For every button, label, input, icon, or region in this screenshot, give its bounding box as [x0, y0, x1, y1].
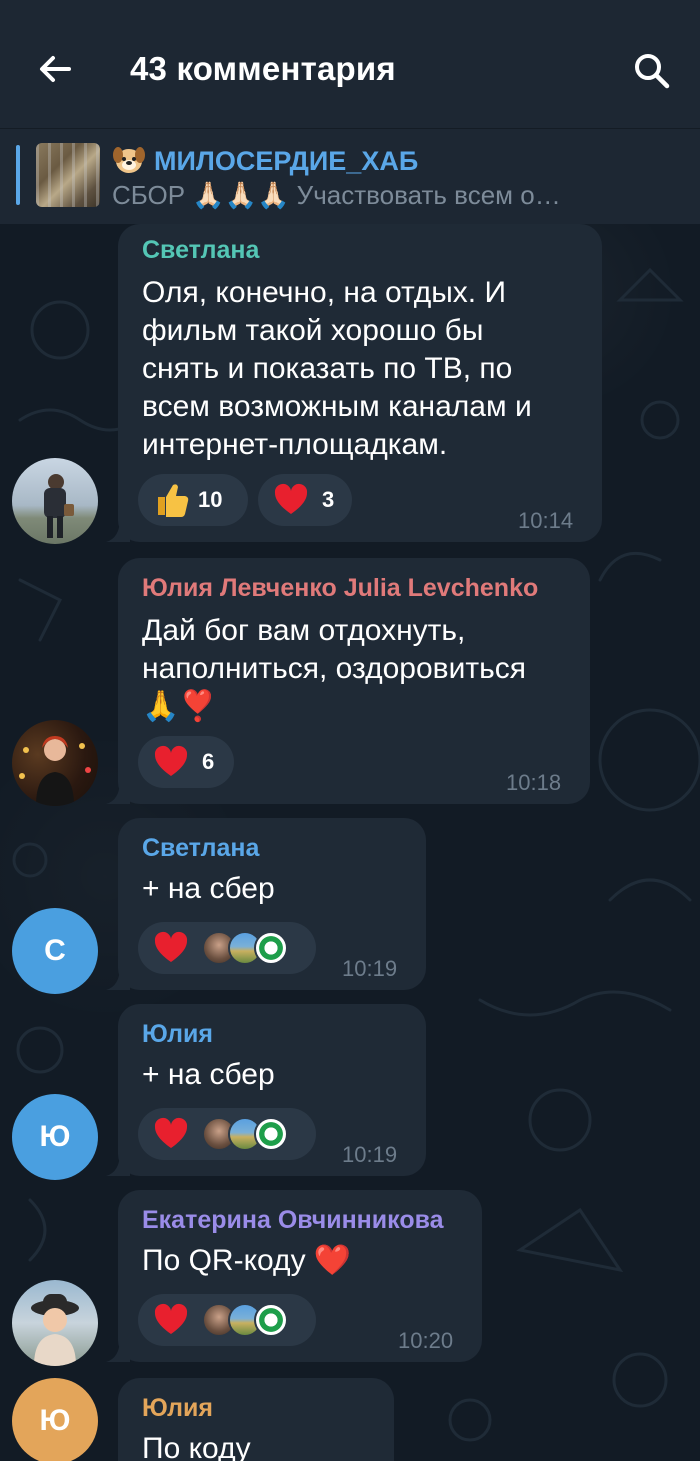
reaction-count: 10: [198, 487, 223, 512]
reaction-heart[interactable]: 3: [258, 474, 352, 526]
dog-face-icon: [113, 147, 145, 173]
message-timestamp: 10:18: [506, 770, 562, 795]
message-text-line: По коду: [142, 1432, 251, 1461]
pinned-channel-name-text: МИЛОСЕРДИЕ_ХАБ: [154, 146, 419, 176]
reaction-heart[interactable]: 6: [138, 736, 234, 788]
page-title: 43 комментария: [130, 50, 396, 87]
message-text-line: По QR-коду ❤️: [142, 1244, 352, 1277]
avatar[interactable]: [12, 720, 98, 806]
arrow-left-icon: [40, 56, 71, 82]
message-text-line: фильм такой хорошо бы: [142, 314, 484, 347]
heart-icon: [154, 1303, 188, 1334]
heart-icon: [154, 931, 188, 962]
bubble-tail: [106, 780, 130, 804]
bubble-tail: [106, 518, 130, 542]
pinned-post-thumbnail: [36, 143, 100, 207]
search-icon: [635, 54, 670, 89]
message-text-line: 🙏❣️: [142, 690, 217, 723]
reaction-heart[interactable]: [138, 1294, 316, 1346]
thumbs-up-icon: [158, 484, 189, 517]
message-text-line: интернет-площадкам.: [142, 428, 448, 461]
pinned-preview-text: СБОР 🙏🏻🙏🏻🙏🏻 Участвовать всем о…: [112, 180, 561, 210]
avatar[interactable]: Ю: [12, 1378, 98, 1461]
message-bubble[interactable]: Светлана Оля, конечно, на отдых. И фильм…: [106, 224, 602, 542]
reactor-avatar: [254, 1303, 288, 1337]
avatar-letter: С: [44, 934, 66, 967]
heart-icon: [154, 1117, 188, 1148]
message-text-line: Дай бог вам отдохнуть,: [142, 614, 466, 647]
reactor-avatar: [254, 931, 288, 965]
top-app-bar: 43 комментария: [0, 0, 700, 128]
reaction-thumbs-up[interactable]: 10: [138, 474, 248, 526]
message-sender[interactable]: Светлана: [142, 834, 259, 863]
message-sender[interactable]: Юлия: [142, 1394, 213, 1423]
message-sender[interactable]: Юлия: [142, 1020, 213, 1049]
pinned-channel-name: МИЛОСЕРДИЕ_ХАБ: [112, 144, 418, 177]
message-sender[interactable]: Екатерина Овчинникова: [142, 1206, 444, 1235]
message-text-line: + на сбер: [142, 1058, 275, 1091]
message-sender[interactable]: Светлана: [142, 236, 259, 265]
message-text-line: наполниться, оздоровиться: [142, 652, 526, 685]
heart-icon: [154, 745, 188, 776]
message-bubble[interactable]: Екатерина Овчинникова По QR-коду ❤️ 10:2…: [106, 1190, 482, 1362]
message-text-line: Оля, конечно, на отдых. И: [142, 276, 507, 309]
message-bubble[interactable]: Юлия Левченко Julia Levchenko Дай бог ва…: [106, 558, 590, 804]
message-sender[interactable]: Юлия Левченко Julia Levchenko: [142, 574, 538, 603]
message-text-line: + на сбер: [142, 872, 275, 905]
avatar-letter: Ю: [39, 1120, 71, 1153]
reaction-count: 3: [322, 487, 335, 512]
message-timestamp: 10:14: [518, 508, 574, 533]
message-timestamp: 10:20: [398, 1328, 454, 1353]
reactor-avatar: [254, 1117, 288, 1151]
bubble-tail: [106, 966, 130, 990]
message-timestamp: 10:19: [342, 1142, 398, 1167]
message-bubble[interactable]: Юлия По коду: [118, 1378, 394, 1461]
bubble-tail: [106, 1338, 130, 1362]
avatar[interactable]: [12, 1280, 98, 1366]
message-timestamp: 10:19: [342, 956, 398, 981]
heart-icon: [274, 483, 308, 514]
avatar[interactable]: С: [12, 908, 98, 994]
avatar-letter: Ю: [39, 1404, 71, 1437]
message-bubble[interactable]: Юлия + на сбер 10:19: [106, 1004, 426, 1176]
avatar[interactable]: Ю: [12, 1094, 98, 1180]
reaction-count: 6: [202, 749, 215, 774]
pinned-accent-bar: [16, 145, 20, 205]
bubble-tail: [106, 1152, 130, 1176]
message-text-line: всем возможным каналам и: [142, 390, 532, 423]
avatar[interactable]: [12, 458, 98, 544]
message-text-line: снять и показать по ТВ, по: [142, 352, 513, 385]
reaction-heart[interactable]: [138, 922, 316, 974]
message-bubble[interactable]: Светлана + на сбер 10:19: [106, 818, 426, 990]
reaction-heart[interactable]: [138, 1108, 316, 1160]
search-button[interactable]: [625, 44, 679, 98]
back-button[interactable]: [30, 44, 80, 94]
